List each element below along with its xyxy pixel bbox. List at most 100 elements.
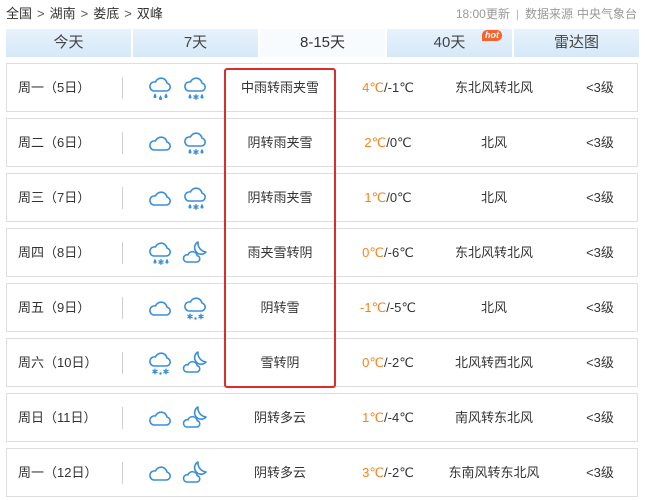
low-temperature: -2℃ <box>387 355 414 370</box>
breadcrumb-item-province[interactable]: 湖南 <box>50 6 76 21</box>
wind-level: <3级 <box>586 355 614 370</box>
sleet-icon <box>181 184 209 212</box>
column-divider <box>122 352 123 374</box>
update-info: 18:00更新 | 数据来源 中央气象台 <box>456 0 637 28</box>
high-temperature: 3℃ <box>362 465 385 480</box>
high-temperature: 0℃ <box>362 245 385 260</box>
tab-label: 7天 <box>183 34 208 51</box>
meta-divider: | <box>515 7 519 21</box>
temperature: 0℃/-6℃ <box>346 229 430 276</box>
wind-level: <3级 <box>586 245 614 260</box>
column-divider <box>122 297 123 319</box>
tab-40-days[interactable]: 40天 hot <box>387 29 512 57</box>
high-temperature: 1℃ <box>364 190 387 205</box>
day-label: 周二（6日） <box>18 135 91 150</box>
weather-description: 阴转雪 <box>260 300 300 315</box>
cloudy-icon <box>146 129 174 157</box>
tab-label: 雷达图 <box>553 34 599 51</box>
forecast-row: 周一（12日） 阴转多云 3℃/-2℃ 东南风转东北风 <3级 <box>6 448 638 497</box>
cloud-moon-icon <box>181 404 209 432</box>
high-temperature: 0℃ <box>362 355 385 370</box>
rain-icon <box>146 74 174 102</box>
tab-label: 8-15天 <box>299 34 346 51</box>
cloudy-icon <box>146 459 174 487</box>
sleet-icon <box>146 239 174 267</box>
update-time: 18:00更新 <box>455 7 510 21</box>
column-divider <box>122 132 123 154</box>
data-source: 中央气象台 <box>576 7 637 21</box>
breadcrumb: 全国 > 湖南 > 娄底 > 双峰 <box>6 0 163 28</box>
sleet-icon <box>181 129 209 157</box>
weather-description: 阴转多云 <box>253 465 306 480</box>
cloud-moon-icon <box>181 239 209 267</box>
cloudy-icon <box>146 294 174 322</box>
weather-description: 阴转多云 <box>253 410 306 425</box>
high-temperature: 4℃ <box>362 80 385 95</box>
breadcrumb-item-country[interactable]: 全国 <box>6 6 32 21</box>
tab-label: 40天 <box>433 34 466 51</box>
tab-7-days[interactable]: 7天 <box>133 29 258 57</box>
day-label: 周日（11日） <box>18 410 97 425</box>
hot-badge: hot <box>482 30 502 41</box>
snow-icon <box>181 294 209 322</box>
column-divider <box>122 462 123 484</box>
wind-direction: 北风 <box>480 190 507 205</box>
day-label: 周四（8日） <box>18 245 91 260</box>
wind-level: <3级 <box>586 465 614 480</box>
low-temperature: 0℃ <box>389 190 412 205</box>
day-label: 周一（12日） <box>18 465 98 480</box>
wind-direction: 南风转东北风 <box>454 410 533 425</box>
wind-level: <3级 <box>586 300 614 315</box>
temperature: 0℃/-2℃ <box>346 339 430 386</box>
temperature: -1℃/-5℃ <box>346 284 430 331</box>
weather-description: 阴转雨夹雪 <box>247 135 313 150</box>
forecast-row: 周一（5日） 中雨转雨夹雪 4℃/-1℃ 东北风转北风 <3级 <box>6 63 638 112</box>
wind-direction: 东北风转北风 <box>454 245 533 260</box>
forecast-list: 周一（5日） 中雨转雨夹雪 4℃/-1℃ 东北风转北风 <3级 周二（6日） 阴… <box>6 63 638 497</box>
forecast-range-tabs: 今天 7天 8-15天 40天 hot 雷达图 <box>6 29 639 57</box>
forecast-row: 周三（7日） 阴转雨夹雪 1℃/0℃ 北风 <3级 <box>6 173 638 222</box>
temperature: 1℃/-4℃ <box>346 394 430 441</box>
forecast-row: 周二（6日） 阴转雨夹雪 2℃/0℃ 北风 <3级 <box>6 118 638 167</box>
wind-direction: 北风 <box>480 300 507 315</box>
temperature: 1℃/0℃ <box>346 174 430 221</box>
snow-icon <box>146 349 174 377</box>
high-temperature: 1℃ <box>362 410 385 425</box>
weather-description: 雨夹雪转阴 <box>247 245 313 260</box>
data-source-label: 数据来源 <box>524 7 573 21</box>
cloud-moon-icon <box>181 459 209 487</box>
forecast-row: 周五（9日） 阴转雪 -1℃/-5℃ 北风 <3级 <box>6 283 638 332</box>
wind-direction: 东南风转东北风 <box>448 465 540 480</box>
low-temperature: -4℃ <box>387 410 414 425</box>
low-temperature: -5℃ <box>389 300 416 315</box>
temperature: 2℃/0℃ <box>346 119 430 166</box>
breadcrumb-separator: > <box>80 6 89 21</box>
tab-radar[interactable]: 雷达图 <box>514 29 639 57</box>
column-divider <box>122 407 123 429</box>
forecast-row: 周日（11日） 阴转多云 1℃/-4℃ 南风转东北风 <3级 <box>6 393 638 442</box>
sleet-icon <box>181 74 209 102</box>
wind-direction: 东北风转北风 <box>454 80 533 95</box>
day-label: 周一（5日） <box>18 80 91 95</box>
temperature: 4℃/-1℃ <box>346 64 430 111</box>
tab-today[interactable]: 今天 <box>6 29 131 57</box>
wind-level: <3级 <box>586 135 614 150</box>
high-temperature: 2℃ <box>364 135 387 150</box>
day-label: 周三（7日） <box>18 190 91 205</box>
wind-level: <3级 <box>586 190 614 205</box>
wind-direction: 北风 <box>480 135 507 150</box>
cloudy-icon <box>146 404 174 432</box>
low-temperature: -2℃ <box>387 465 414 480</box>
cloud-moon-icon <box>181 349 209 377</box>
day-label: 周五（9日） <box>18 300 91 315</box>
wind-level: <3级 <box>586 80 614 95</box>
forecast-row: 周四（8日） 雨夹雪转阴 0℃/-6℃ 东北风转北风 <3级 <box>6 228 638 277</box>
tab-8-15-days[interactable]: 8-15天 <box>260 29 385 57</box>
wind-level: <3级 <box>586 410 614 425</box>
day-label: 周六（10日） <box>18 355 98 370</box>
weather-description: 阴转雨夹雪 <box>247 190 313 205</box>
breadcrumb-item-city[interactable]: 娄底 <box>93 6 119 21</box>
low-temperature: -6℃ <box>387 245 414 260</box>
breadcrumb-separator: > <box>124 6 132 21</box>
cloudy-icon <box>146 184 174 212</box>
